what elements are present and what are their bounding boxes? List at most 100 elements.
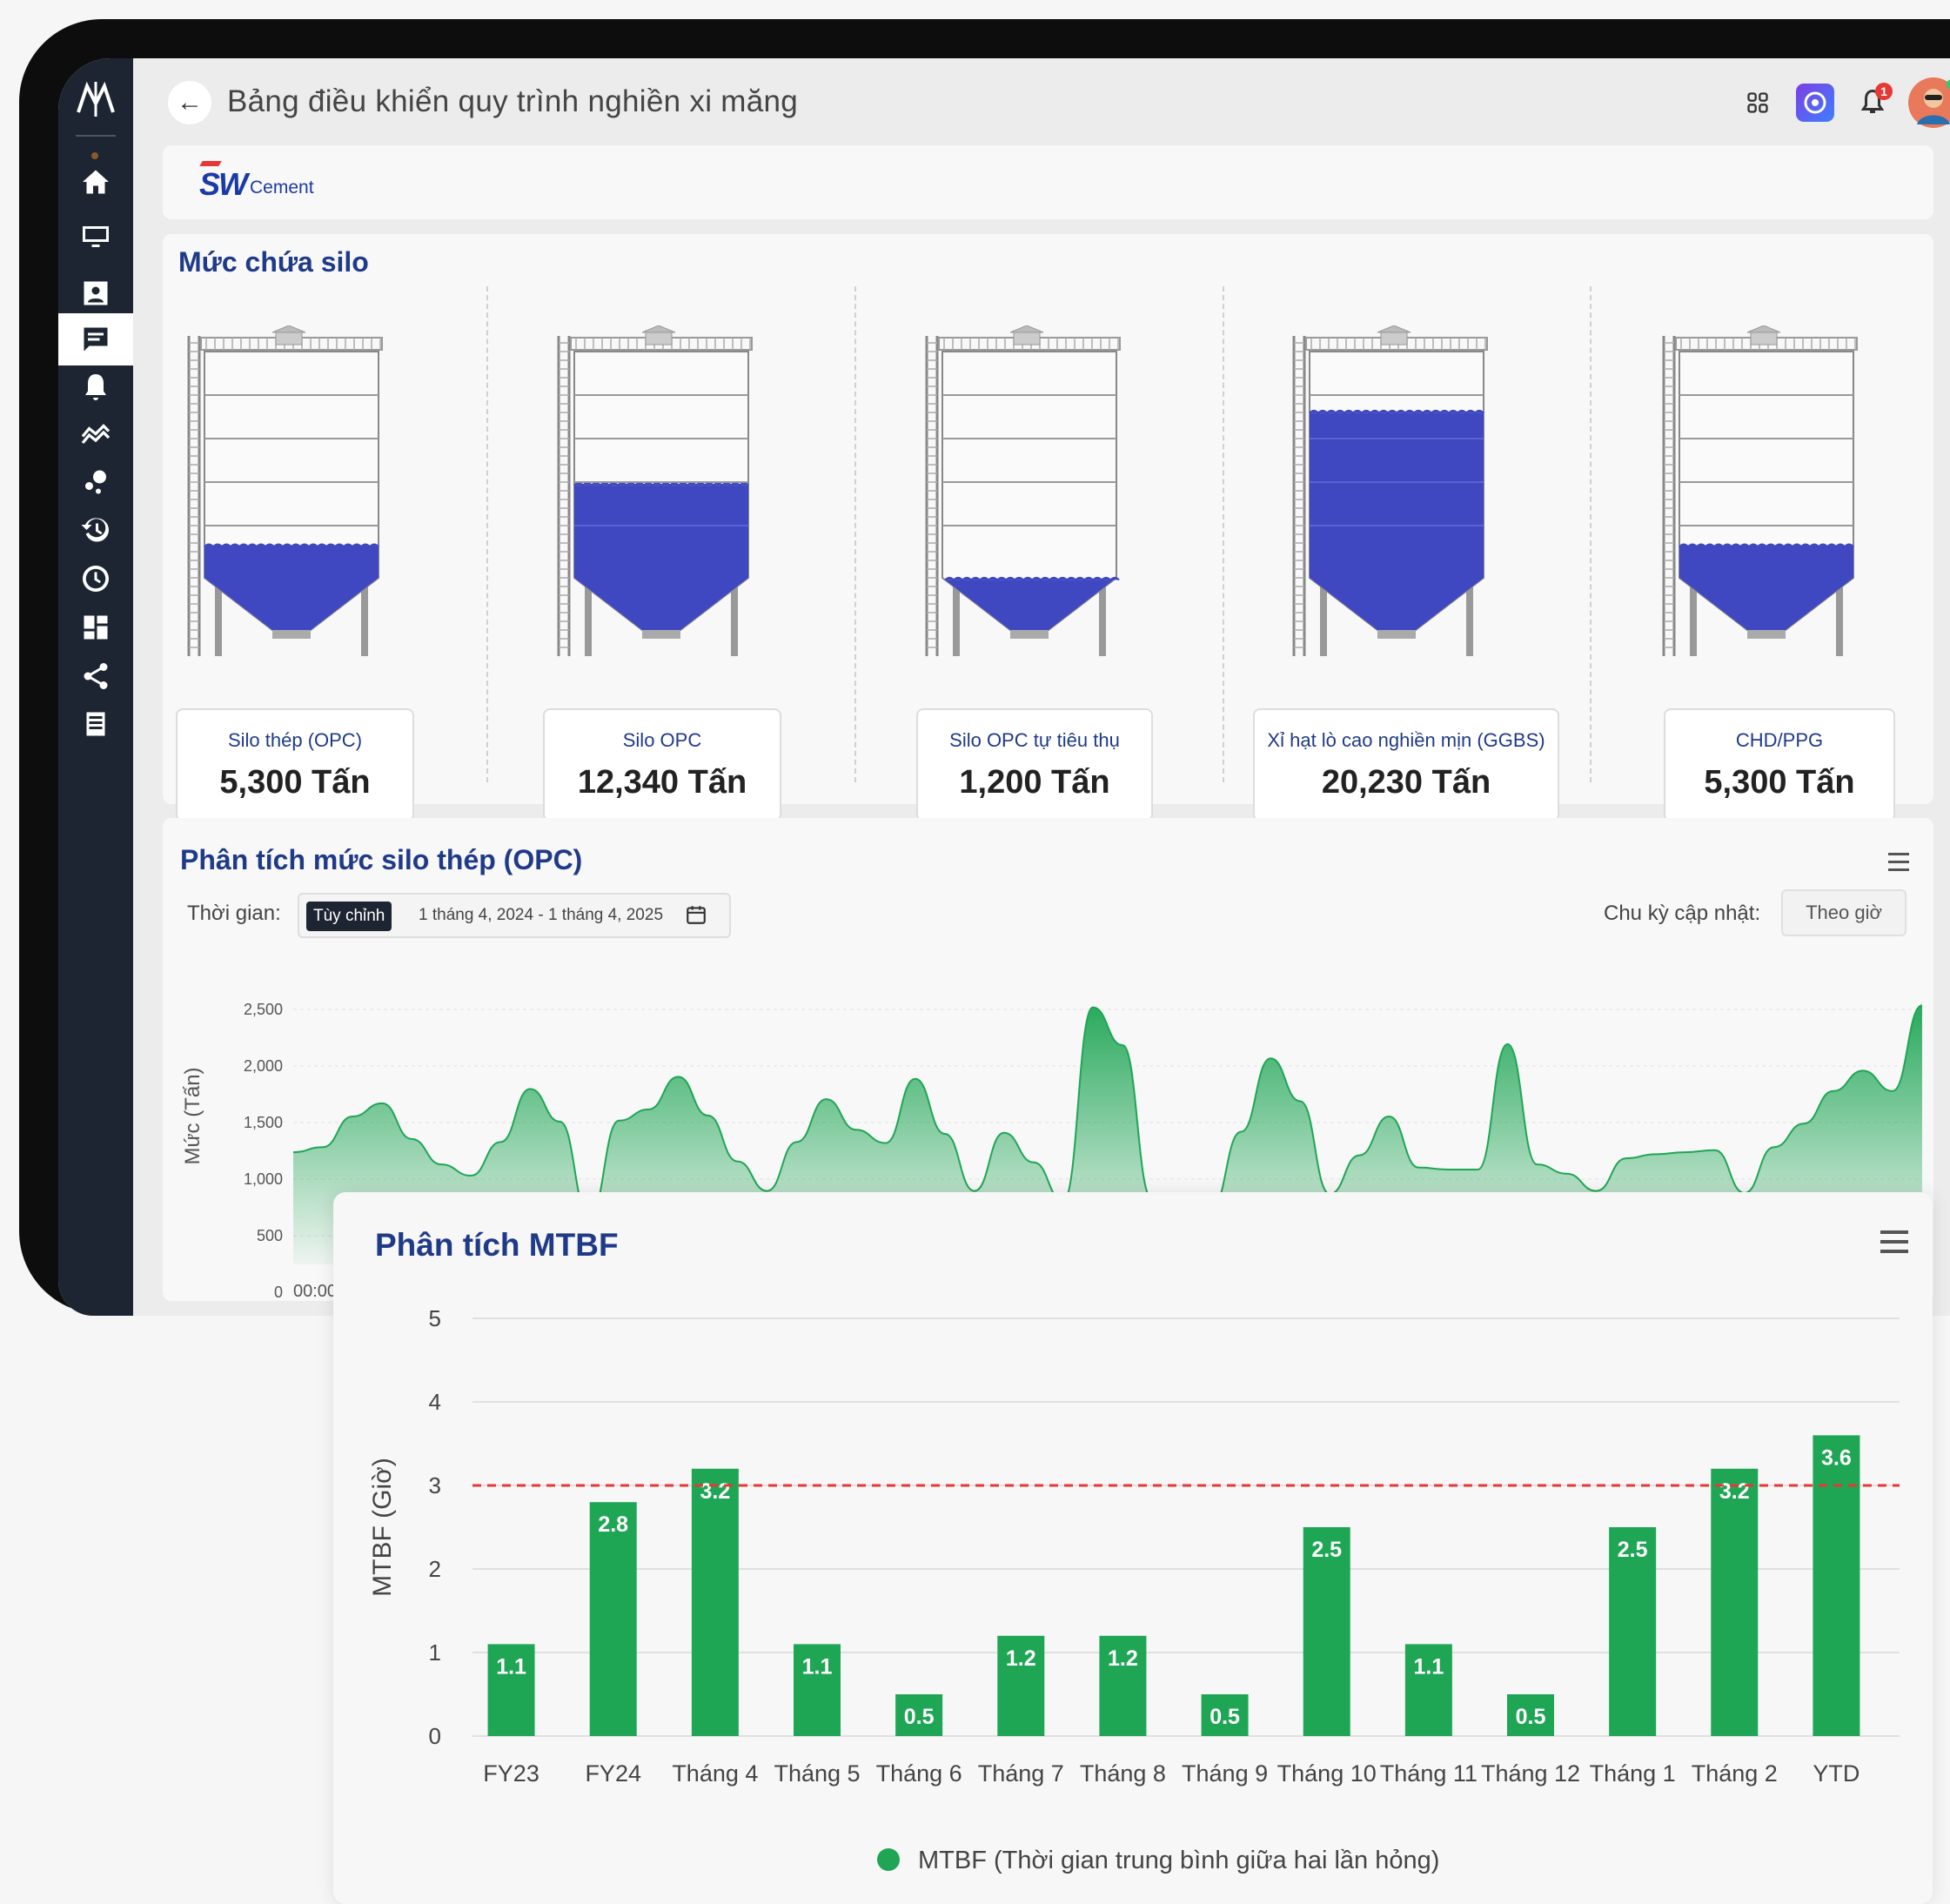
- silo-graphic: [557, 325, 753, 656]
- contact-card-icon[interactable]: [58, 267, 133, 319]
- molecule-icon[interactable]: [58, 456, 133, 508]
- silo-divider: [1590, 286, 1591, 782]
- clock-icon[interactable]: [58, 553, 133, 605]
- mtbf-bar[interactable]: [1813, 1435, 1860, 1736]
- home-icon[interactable]: [58, 156, 133, 208]
- y-tick-label: 1,500: [244, 1114, 283, 1131]
- x-tick-label: Tháng 11: [1380, 1760, 1478, 1787]
- bar-value-label: 1.1: [496, 1654, 526, 1679]
- grid-apps-icon[interactable]: [1736, 81, 1779, 124]
- silo-card-1[interactable]: Silo thép (OPC) 5,300 Tấn: [176, 708, 414, 821]
- mtbf-bar-chart: 0 1 2 3 4 5 MTBF (Giờ) 1.1 FY23 2.8 FY24 3.2 Tháng 4…: [368, 1305, 1900, 1874]
- silo-card-4[interactable]: Xỉ hạt lò cao nghiền mịn (GGBS) 20,230 Tấ…: [1253, 708, 1559, 821]
- legend-label[interactable]: MTBF (Thời gian trung bình giữa hai lần …: [918, 1847, 1439, 1874]
- y-axis-label: MTBF (Giờ): [368, 1458, 397, 1597]
- legend-marker: [877, 1848, 900, 1871]
- silo-divider: [486, 286, 488, 782]
- silo-value: 20,230 Tấn: [1321, 764, 1491, 801]
- bar-value-label: 1.1: [802, 1654, 833, 1679]
- y-axis-label: Mức (Tấn): [181, 1067, 204, 1164]
- bar-value-label: 1.1: [1413, 1654, 1444, 1679]
- silo-graphic: [925, 325, 1121, 656]
- y-tick-label: 3: [429, 1472, 441, 1498]
- bar-value-label: 3.2: [700, 1479, 730, 1504]
- sidebar: [58, 58, 133, 1316]
- tablet-frame: ← Bảng điều khiển quy trình nghiền xi mă…: [19, 19, 1950, 1316]
- silo-graphic: [1662, 325, 1858, 656]
- bar-value-label: 1.2: [1108, 1646, 1138, 1671]
- x-tick-label: Tháng 5: [774, 1760, 860, 1787]
- back-button[interactable]: ←: [168, 81, 211, 124]
- back-arrow-icon: ←: [177, 88, 203, 117]
- bar-value-label: 0.5: [1210, 1705, 1240, 1729]
- silo-fill: [574, 485, 748, 630]
- y-tick-label: 5: [429, 1305, 441, 1331]
- x-tick-label: Tháng 12: [1481, 1760, 1580, 1787]
- x-tick-label: Tháng 4: [672, 1760, 758, 1787]
- sidebar-item-reports[interactable]: [58, 313, 133, 365]
- notification-bell-icon[interactable]: 1: [1851, 81, 1894, 124]
- silo-fill: [204, 546, 379, 630]
- share-icon[interactable]: [58, 650, 133, 702]
- silo-fill: [945, 580, 1114, 630]
- silo-card-3[interactable]: Silo OPC tự tiêu thụ 1,200 Tấn: [916, 708, 1153, 821]
- document-icon[interactable]: [58, 698, 133, 750]
- x-tick-label: 00:00: [293, 1282, 337, 1301]
- mtbf-bar[interactable]: [691, 1468, 739, 1736]
- bar-value-label: 2.5: [1311, 1538, 1342, 1562]
- silo-name: Silo OPC tự tiêu thụ: [949, 729, 1120, 751]
- brand-cement: Cement: [250, 178, 314, 198]
- x-tick-label: FY24: [585, 1760, 641, 1787]
- app-logo: [77, 81, 115, 117]
- y-tick-label: 2,000: [244, 1057, 283, 1075]
- top-bar: ← Bảng điều khiển quy trình nghiền xi mă…: [133, 58, 1950, 145]
- monitor-icon[interactable]: [58, 211, 133, 263]
- y-tick-label: 1,000: [244, 1170, 283, 1188]
- x-tick-label: Tháng 1: [1590, 1760, 1676, 1787]
- x-tick-label: Tháng 10: [1277, 1760, 1377, 1787]
- silo-fill: [1679, 546, 1853, 630]
- y-tick-label: 1: [429, 1639, 441, 1666]
- x-tick-label: Tháng 9: [1182, 1760, 1268, 1787]
- x-tick-label: YTD: [1813, 1760, 1860, 1787]
- mtbf-chart-card: Phân tích MTBF 0 1 2 3 4 5 MTBF (Giờ) 1.1 FY23 2.…: [333, 1192, 1933, 1904]
- app-screen: ← Bảng điều khiển quy trình nghiền xi mă…: [58, 58, 1950, 1316]
- silo-card-5[interactable]: CHD/PPG 5,300 Tấn: [1664, 708, 1895, 821]
- brand-card: SW Cement: [163, 145, 1933, 219]
- silo-name: Silo thép (OPC): [227, 729, 363, 751]
- bar-value-label: 0.5: [1516, 1705, 1546, 1729]
- silo-name: Silo OPC: [622, 729, 702, 751]
- dashboard-icon[interactable]: [58, 601, 133, 654]
- y-tick-label: 2: [429, 1556, 441, 1582]
- notification-badge: 1: [1875, 83, 1893, 100]
- silo-graphic: [1292, 325, 1488, 656]
- x-tick-label: Tháng 8: [1080, 1760, 1166, 1787]
- avatar[interactable]: [1908, 77, 1950, 128]
- brand-logo: SW Cement: [199, 166, 314, 203]
- bar-value-label: 3.2: [1719, 1479, 1750, 1504]
- trend-icon[interactable]: [58, 406, 133, 459]
- bell-icon[interactable]: [58, 361, 133, 413]
- history-icon[interactable]: [58, 504, 133, 556]
- x-tick-label: Tháng 6: [876, 1760, 962, 1787]
- silo-divider: [854, 286, 856, 782]
- mtbf-bar[interactable]: [1711, 1468, 1759, 1736]
- ai-assistant-icon[interactable]: [1793, 81, 1837, 124]
- silo-name: CHD/PPG: [1735, 729, 1824, 751]
- y-tick-label: 0: [274, 1284, 283, 1301]
- mtbf-bar[interactable]: [589, 1502, 637, 1736]
- silo-fill: [1310, 412, 1484, 630]
- x-tick-label: FY23: [483, 1760, 539, 1787]
- logo-divider: [76, 135, 116, 137]
- bar-value-label: 0.5: [904, 1705, 935, 1729]
- silo-divider: [1223, 286, 1224, 782]
- y-tick-label: 4: [429, 1389, 441, 1415]
- y-tick-label: 500: [257, 1227, 283, 1244]
- message-list-icon: [84, 327, 108, 352]
- bar-value-label: 2.8: [598, 1512, 628, 1537]
- silo-card-2[interactable]: Silo OPC 12,340 Tấn: [543, 708, 781, 821]
- y-tick-label: 0: [429, 1723, 441, 1749]
- silo-value: 5,300 Tấn: [219, 764, 371, 801]
- silo-levels-card: Mức chứa silo Silo thép (OPC) 5,300 Tấn Si…: [163, 234, 1933, 821]
- y-tick-label: 2,500: [244, 1001, 283, 1018]
